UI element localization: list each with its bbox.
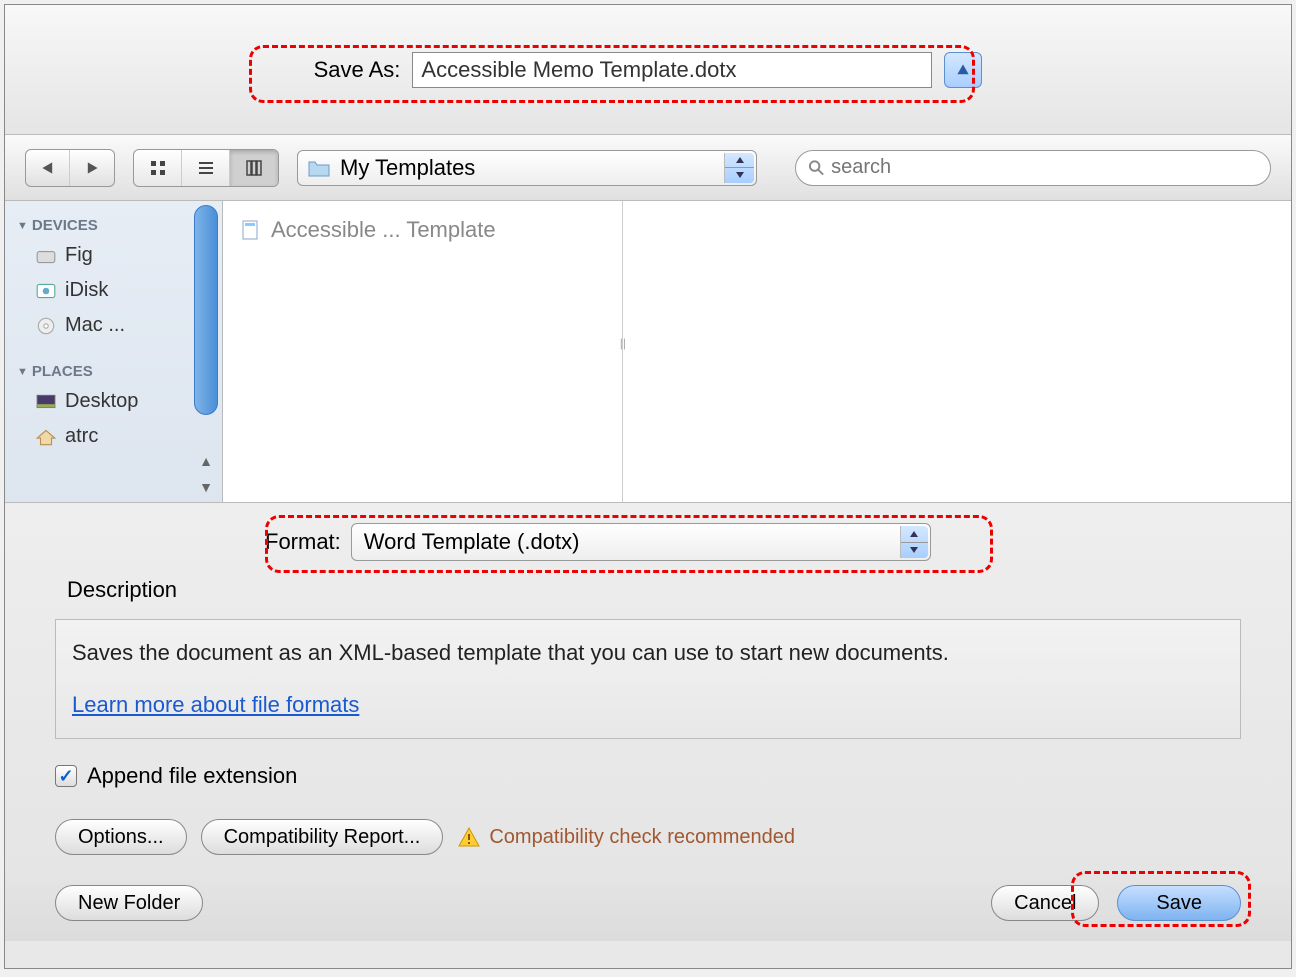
sidebar-scrollbar[interactable]: ▲ ▼ — [192, 203, 220, 500]
append-ext-row: Append file extension — [55, 755, 1241, 797]
sidebar: ▼DEVICES Fig iDisk Mac ... ▼PLACES Deskt… — [5, 201, 223, 502]
save-button[interactable]: Save — [1117, 885, 1241, 921]
list-icon — [197, 159, 215, 177]
save-as-row: Save As: — [314, 52, 983, 88]
stepper-up-icon — [725, 153, 754, 169]
stepper-down-icon — [901, 543, 928, 559]
file-browser: ▼DEVICES Fig iDisk Mac ... ▼PLACES Deskt… — [5, 201, 1291, 503]
footer-right: Cancel Save — [991, 885, 1241, 921]
column-view-button[interactable] — [230, 150, 278, 186]
description-label: Description — [55, 577, 1241, 603]
sidebar-item-mac[interactable]: Mac ... — [11, 308, 216, 343]
append-ext-checkbox[interactable] — [55, 765, 77, 787]
sidebar-devices-header: ▼DEVICES — [11, 213, 216, 238]
sidebar-item-desktop[interactable]: Desktop — [11, 384, 216, 419]
home-icon — [35, 428, 57, 446]
location-label: My Templates — [340, 155, 475, 181]
forward-button[interactable] — [70, 150, 114, 186]
triangle-right-icon — [85, 161, 99, 175]
save-as-section: Save As: — [5, 5, 1291, 135]
triangle-up-icon — [956, 63, 970, 77]
scroll-up-icon[interactable]: ▲ — [192, 448, 220, 474]
compat-warning: Compatibility check recommended — [457, 826, 795, 849]
back-button[interactable] — [26, 150, 70, 186]
location-stepper[interactable] — [724, 153, 754, 183]
folder-icon — [306, 158, 332, 178]
idisk-icon — [35, 282, 57, 300]
format-row: Format: Word Template (.dotx) — [55, 523, 1241, 561]
stepper-up-icon — [901, 526, 928, 543]
format-dropdown[interactable]: Word Template (.dotx) — [351, 523, 931, 561]
new-folder-button[interactable]: New Folder — [55, 885, 203, 921]
options-button[interactable]: Options... — [55, 819, 187, 855]
description-text: Saves the document as an XML-based templ… — [72, 640, 1224, 666]
format-section: Format: Word Template (.dotx) Descriptio… — [5, 503, 1291, 871]
disc-icon — [35, 317, 57, 335]
collapse-button[interactable] — [944, 52, 982, 88]
icon-view-button[interactable] — [134, 150, 182, 186]
footer-row: New Folder Cancel Save — [5, 871, 1291, 941]
compat-report-button[interactable]: Compatibility Report... — [201, 819, 444, 855]
scrollbar-thumb[interactable] — [194, 205, 218, 415]
sidebar-places-header: ▼PLACES — [11, 359, 216, 384]
search-box[interactable] — [795, 150, 1271, 186]
file-column-1: Accessible ... Template || — [223, 201, 623, 502]
description-box: Saves the document as an XML-based templ… — [55, 619, 1241, 739]
sidebar-item-fig[interactable]: Fig — [11, 238, 216, 273]
document-icon — [239, 219, 261, 241]
desktop-icon — [35, 393, 57, 411]
save-as-input[interactable] — [412, 52, 932, 88]
format-label: Format: — [265, 529, 341, 555]
cancel-button[interactable]: Cancel — [991, 885, 1099, 921]
save-dialog: Save As: My Templates — [4, 4, 1292, 969]
drive-icon — [35, 247, 57, 265]
search-input[interactable] — [831, 156, 1258, 179]
browser-toolbar: My Templates — [5, 135, 1291, 201]
sidebar-item-atrc[interactable]: atrc — [11, 419, 216, 454]
options-row: Options... Compatibility Report... Compa… — [55, 813, 1241, 861]
search-icon — [808, 159, 825, 177]
file-item-template[interactable]: Accessible ... Template — [235, 213, 610, 247]
scroll-down-icon[interactable]: ▼ — [192, 474, 220, 500]
stepper-down-icon — [725, 168, 754, 183]
append-ext-label: Append file extension — [87, 763, 297, 789]
column-splitter-icon[interactable]: || — [620, 336, 626, 350]
format-stepper[interactable] — [900, 526, 928, 558]
location-dropdown[interactable]: My Templates — [297, 150, 757, 186]
nav-buttons — [25, 149, 115, 187]
save-as-label: Save As: — [314, 57, 401, 83]
file-column-2 — [623, 201, 1291, 502]
view-buttons — [133, 149, 279, 187]
format-value: Word Template (.dotx) — [364, 529, 580, 555]
grid-icon — [149, 159, 167, 177]
list-view-button[interactable] — [182, 150, 230, 186]
columns-icon — [245, 159, 263, 177]
triangle-left-icon — [41, 161, 55, 175]
warning-icon — [457, 826, 481, 848]
sidebar-item-idisk[interactable]: iDisk — [11, 273, 216, 308]
learn-more-link[interactable]: Learn more about file formats — [72, 692, 1224, 718]
